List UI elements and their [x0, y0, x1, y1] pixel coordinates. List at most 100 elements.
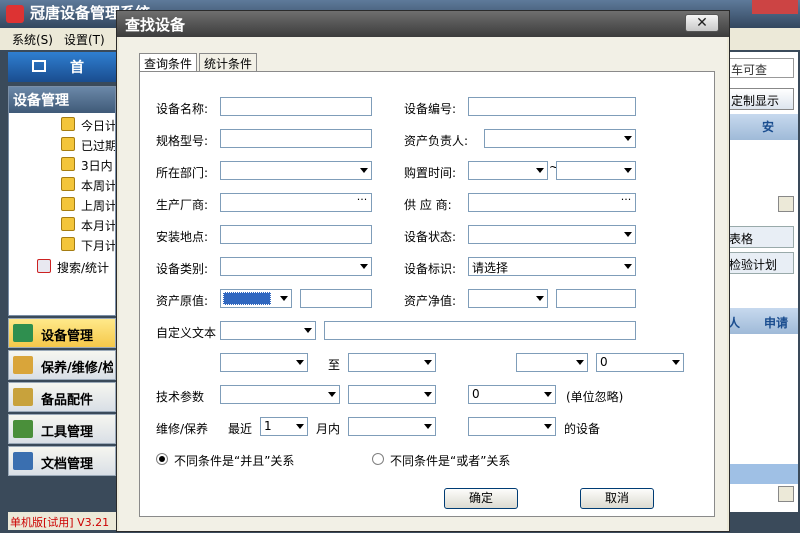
spec-input[interactable] — [220, 129, 372, 148]
tree-item-3days[interactable]: 3日内 — [81, 157, 115, 174]
original-value-input[interactable] — [300, 289, 372, 308]
tree-item-this-month[interactable]: 本月计 — [81, 217, 115, 234]
search-stats-icon — [37, 259, 51, 273]
selected-row[interactable] — [728, 464, 798, 484]
tree-item-today[interactable]: 今日计 — [81, 117, 115, 134]
chevron-down-icon — [672, 360, 680, 365]
nav-tools[interactable]: 工具管理 — [8, 414, 116, 444]
chevron-down-icon — [624, 264, 632, 269]
tech-param-select[interactable] — [220, 385, 340, 404]
table-button[interactable]: 表格 — [728, 226, 794, 248]
nav-documents[interactable]: 文档管理 — [8, 446, 116, 476]
chevron-down-icon — [296, 424, 304, 429]
nav-label: 设备管理 — [41, 329, 94, 344]
chevron-down-icon — [544, 424, 552, 429]
tree-item-last-week[interactable]: 上周计 — [81, 197, 115, 214]
calendar-icon — [61, 217, 75, 231]
chevron-down-icon — [544, 392, 552, 397]
label-maintenance: 维修/保养 — [156, 422, 209, 436]
label-and-relation[interactable]: 不同条件是“并且”关系 — [174, 452, 294, 469]
recent-months-select[interactable]: 1 — [260, 417, 308, 436]
nav-device-management[interactable]: 设备管理 — [8, 318, 116, 348]
original-value-operator-select[interactable] — [220, 289, 292, 308]
maintenance-type-select[interactable] — [348, 417, 436, 436]
purchase-start-select[interactable] — [468, 161, 548, 180]
device-flag-select[interactable]: 请选择 — [468, 257, 636, 276]
find-device-dialog: 查找设备 ✕ 查询条件 统计条件 设备名称: 设备编号: 规格型号: 资产负责人… — [116, 10, 730, 532]
supplier-input[interactable]: ··· — [468, 193, 636, 212]
device-management-icon — [13, 324, 33, 342]
custom-display-button[interactable]: 定制显示 — [728, 88, 794, 110]
chevron-down-icon — [328, 392, 336, 397]
chevron-down-icon — [424, 360, 432, 365]
tab-stats-conditions[interactable]: 统计条件 — [199, 53, 258, 71]
chevron-down-icon — [360, 168, 368, 173]
app-logo-icon — [6, 5, 24, 23]
chevron-down-icon — [576, 360, 584, 365]
range-right-value-select[interactable]: 0 — [596, 353, 684, 372]
right-search-text[interactable]: 车可查 — [728, 58, 794, 78]
custom-text-input[interactable] — [324, 321, 636, 340]
tab-query-conditions[interactable]: 查询条件 — [139, 53, 198, 71]
scroll-right-arrow[interactable] — [778, 486, 794, 502]
label-or-relation[interactable]: 不同条件是“或者”关系 — [390, 452, 510, 469]
tree-item-this-week[interactable]: 本周计 — [81, 177, 115, 194]
custom-text-field-select[interactable] — [220, 321, 316, 340]
home-button[interactable]: 首 — [8, 52, 116, 82]
chevron-down-icon — [536, 296, 544, 301]
label-device-name: 设备名称: — [156, 102, 209, 116]
label-to: 至 — [328, 358, 341, 372]
app-close-button[interactable] — [752, 0, 798, 14]
ellipsis-icon[interactable]: ··· — [354, 194, 370, 210]
tech-value-select[interactable]: 0 — [468, 385, 556, 404]
scroll-right-arrow[interactable] — [778, 196, 794, 212]
menu-system[interactable]: 系统(S) — [12, 31, 53, 48]
calendar-icon — [61, 157, 75, 171]
net-value-input[interactable] — [556, 289, 636, 308]
right-column-header: 安 — [728, 114, 798, 140]
chevron-down-icon — [304, 328, 312, 333]
nav-spare-parts[interactable]: 备品配件 — [8, 382, 116, 412]
location-input[interactable] — [220, 225, 372, 244]
device-code-input[interactable] — [468, 97, 636, 116]
ok-button[interactable]: 确定 — [444, 488, 518, 509]
manufacturer-input[interactable]: ··· — [220, 193, 372, 212]
label-device-type: 设备类别: — [156, 262, 209, 276]
net-value-operator-select[interactable] — [468, 289, 548, 308]
right-panel: 车可查 定制显示 安 表格 检验计划 人 申请 — [728, 52, 798, 512]
device-status-select[interactable] — [468, 225, 636, 244]
home-square-icon — [32, 60, 46, 72]
label-supplier: 供 应 商: — [404, 198, 452, 212]
radio-or-relation[interactable] — [372, 453, 384, 465]
owner-select[interactable] — [484, 129, 636, 148]
document-icon — [13, 452, 33, 470]
tree-item-search-stats[interactable]: 搜索/统计 — [57, 259, 117, 276]
cancel-button[interactable]: 取消 — [580, 488, 654, 509]
menu-settings[interactable]: 设置(T) — [64, 31, 105, 48]
radio-and-relation[interactable] — [156, 453, 168, 465]
label-device-status: 设备状态: — [404, 230, 457, 244]
device-type-select[interactable] — [220, 257, 372, 276]
calendar-icon — [61, 197, 75, 211]
dialog-title: 查找设备 — [125, 16, 186, 34]
tech-operator-select[interactable] — [348, 385, 436, 404]
range-field-select[interactable] — [220, 353, 308, 372]
department-select[interactable] — [220, 161, 372, 180]
purchase-end-select[interactable] — [556, 161, 636, 180]
ellipsis-icon[interactable]: ··· — [618, 194, 634, 210]
device-name-input[interactable] — [220, 97, 372, 116]
label-within-month: 月内 — [316, 422, 341, 436]
tree-item-next-month[interactable]: 下月计 — [81, 237, 115, 254]
tree-item-overdue[interactable]: 已过期 — [81, 137, 115, 154]
label-spec: 规格型号: — [156, 134, 209, 148]
dialog-close-button[interactable]: ✕ — [685, 14, 719, 32]
inspection-plan-button[interactable]: 检验计划 — [728, 252, 794, 274]
dialog-client: 查询条件 统计条件 设备名称: 设备编号: 规格型号: 资产负责人: 所在部门:… — [119, 37, 727, 531]
range-right-operator-select[interactable] — [516, 353, 588, 372]
tab-panel: 设备名称: 设备编号: 规格型号: 资产负责人: 所在部门: 购置时间: ~ 生… — [139, 71, 715, 517]
maintenance-condition-select[interactable] — [468, 417, 556, 436]
ruler-icon — [13, 388, 33, 406]
calendar-icon — [61, 177, 75, 191]
range-end-select[interactable] — [348, 353, 436, 372]
nav-maintenance[interactable]: 保养/维修/检 — [8, 350, 116, 380]
